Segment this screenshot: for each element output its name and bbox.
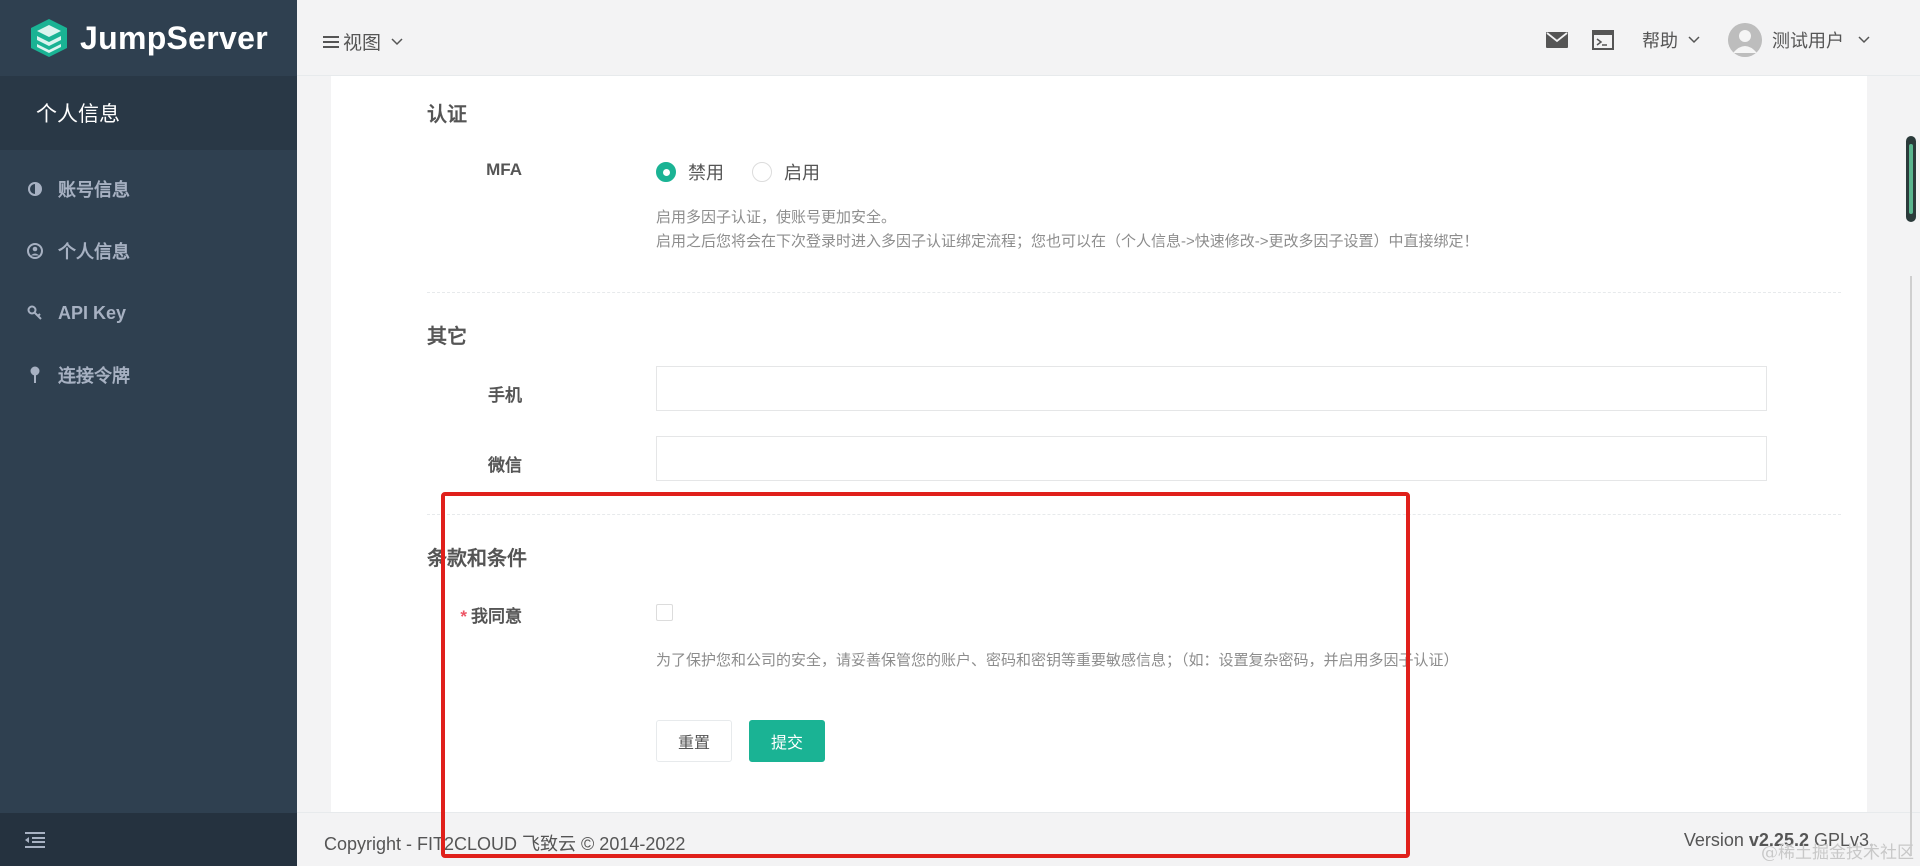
section-title-auth: 认证 <box>427 104 467 126</box>
sidebar-section-title: 个人信息 <box>0 76 297 150</box>
help-menu[interactable]: 帮助 <box>1642 27 1700 53</box>
logo[interactable]: JumpServer <box>0 0 297 76</box>
mfa-radio-disable[interactable]: 禁用 <box>656 159 724 185</box>
half-circle-icon <box>26 180 44 198</box>
sidebar-item-label: API Key <box>58 302 127 323</box>
scrollbar-thumb[interactable] <box>1906 136 1916 222</box>
terminal-icon <box>1592 30 1614 50</box>
mfa-radio-enable[interactable]: 启用 <box>752 159 820 185</box>
key-icon <box>26 304 44 322</box>
user-circle-icon <box>26 242 44 260</box>
topbar-actions: 帮助 测试用户 <box>1522 22 1870 58</box>
mfa-help-line2: 启用之后您将会在下次登录时进入多因子认证绑定流程；您也可以在（个人信息->快速修… <box>656 233 1479 250</box>
chevron-down-icon <box>391 37 403 45</box>
avatar-icon <box>1728 23 1762 57</box>
watermark: @稀土掘金技术社区 <box>1761 843 1914 863</box>
version-prefix: Version <box>1683 830 1749 850</box>
sidebar-item-profile[interactable]: 个人信息 <box>0 220 297 282</box>
section-title-other: 其它 <box>427 326 467 348</box>
pin-icon <box>26 366 44 384</box>
user-name: 测试用户 <box>1772 31 1844 51</box>
radio-label: 禁用 <box>688 163 724 183</box>
logo-text: JumpServer <box>80 19 268 56</box>
wechat-input[interactable] <box>656 436 1767 481</box>
collapse-menu-icon <box>25 831 45 848</box>
user-menu[interactable]: 测试用户 <box>1728 23 1870 57</box>
chevron-down-icon <box>1858 36 1870 44</box>
radio-circle <box>656 162 676 182</box>
sidebar: JumpServer 个人信息 账号信息 个人信息 API Key 连接令牌 <box>0 0 297 866</box>
mfa-help-line1: 启用多因子认证，使账号更加安全。 <box>656 209 897 226</box>
scrollbar-track[interactable] <box>1910 276 1912 856</box>
annotation-highlight-box <box>441 492 1410 858</box>
help-menu-label: 帮助 <box>1642 31 1678 51</box>
chevron-down-icon <box>1688 36 1700 44</box>
topbar: 视图 帮助 测试用户 <box>297 0 1920 76</box>
wechat-label: 微信 <box>488 456 522 475</box>
sidebar-nav: 账号信息 个人信息 API Key 连接令牌 <box>0 150 297 406</box>
sidebar-item-connection-token[interactable]: 连接令牌 <box>0 344 297 406</box>
mfa-label: MFA <box>486 160 522 179</box>
jumpserver-logo-icon <box>31 19 67 57</box>
phone-label: 手机 <box>488 386 522 405</box>
mail-button[interactable] <box>1546 32 1568 48</box>
sidebar-item-account-info[interactable]: 账号信息 <box>0 158 297 220</box>
radio-label: 启用 <box>784 163 820 183</box>
mail-icon <box>1546 32 1568 48</box>
view-menu-label: 视图 <box>343 33 382 54</box>
radio-circle <box>752 162 772 182</box>
view-menu[interactable]: 视图 <box>323 28 403 55</box>
sidebar-item-label: 连接令牌 <box>58 366 130 386</box>
sidebar-item-api-key[interactable]: API Key <box>0 282 297 344</box>
sidebar-item-label: 账号信息 <box>58 180 130 200</box>
divider <box>427 292 1841 293</box>
sidebar-collapse-button[interactable] <box>0 813 297 866</box>
web-terminal-button[interactable] <box>1592 30 1614 50</box>
mfa-radio-group: 禁用 启用 <box>656 159 848 185</box>
sidebar-item-label: 个人信息 <box>58 242 130 262</box>
hamburger-icon <box>323 35 339 48</box>
phone-input[interactable] <box>656 366 1767 411</box>
